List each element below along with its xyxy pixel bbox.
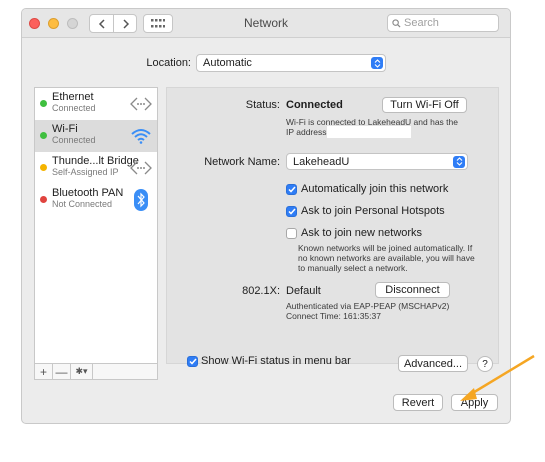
annotation-arrow-icon	[460, 354, 535, 401]
